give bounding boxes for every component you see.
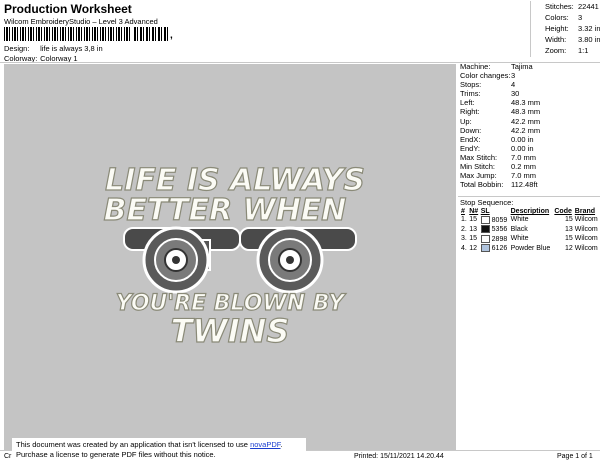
stat-height: Height: 3.32 in xyxy=(545,24,600,33)
param-row: Up: 42.2 mm xyxy=(460,116,541,126)
col-header-sl: SL xyxy=(480,208,490,215)
color-swatch xyxy=(480,234,490,243)
software-subtitle: Wilcom EmbroideryStudio – Level 3 Advanc… xyxy=(4,17,158,26)
notice-purchase-text: Purchase a license to generate PDF files… xyxy=(16,450,216,459)
param-row: Right: 48.3 mm xyxy=(460,107,541,117)
stat-colors: Colors: 3 xyxy=(545,13,583,22)
design-preview: LIFE IS ALWAYS BETTER WHEN YOU'RE BLOWN … xyxy=(4,64,456,450)
table-row: 1. 15 8059 White 15 Wilcom xyxy=(461,215,598,224)
param-row: Min Stitch: 0.2 mm xyxy=(460,162,537,172)
art-line-2: BETTER WHEN xyxy=(104,193,347,228)
embroidery-artwork: LIFE IS ALWAYS BETTER WHEN YOU'RE BLOWN … xyxy=(103,162,365,350)
col-header-brand: Brand xyxy=(574,208,596,215)
table-row: 2. 13 5356 Black 13 Wilcom xyxy=(461,225,598,234)
stat-stitches: Stitches: 22441 xyxy=(545,2,599,11)
design-stats: Stitches: 22441 Colors: 3 Height: 3.32 in W… xyxy=(530,1,600,57)
param-row: Stops: 4 xyxy=(460,80,516,90)
param-row: EndY: 0.00 in xyxy=(460,143,534,153)
design-value: life is always 3,8 in xyxy=(40,44,103,53)
col-header-num: # xyxy=(461,208,465,215)
license-notice: This document was created by an applicat… xyxy=(12,438,306,462)
stat-width: Width: 3.80 in xyxy=(545,35,600,44)
params-divider xyxy=(458,196,600,197)
color-swatch xyxy=(480,244,490,253)
param-row: Max Stitch: 7.0 mm xyxy=(460,152,537,162)
param-row: Machine: Tajima xyxy=(460,62,533,71)
page-title: Production Worksheet xyxy=(4,2,132,16)
barcode-comma: , xyxy=(170,30,173,41)
param-row: Down: 42.2 mm xyxy=(460,125,541,135)
color-swatch xyxy=(480,225,490,234)
barcode xyxy=(4,27,132,41)
page-number: Page 1 of 1 xyxy=(557,453,593,460)
stop-sequence-table: # N# SL Description Code Brand 1. 15 805… xyxy=(460,208,600,253)
col-header-description: Description xyxy=(510,208,550,215)
param-row: Left: 48.3 mm xyxy=(460,98,541,108)
design-row: Design: life is always 3,8 in xyxy=(4,44,103,53)
footer-left: Cr xyxy=(4,453,12,460)
table-header-row: # N# SL Description Code Brand xyxy=(460,208,600,215)
turbo-left-icon xyxy=(123,226,241,294)
col-header-needle: N# xyxy=(469,208,479,215)
stat-zoom: Zoom: 1:1 xyxy=(545,46,589,55)
color-swatch xyxy=(480,215,490,224)
table-row: 4. 12 6126 Powder Blue 12 Wilcom xyxy=(461,244,598,253)
param-row: Max Jump: 7.0 mm xyxy=(460,171,537,181)
table-row: 3. 15 2898 White 15 Wilcom xyxy=(461,234,598,243)
barcode-tail xyxy=(134,27,168,41)
turbo-right-icon xyxy=(239,226,357,294)
novapdf-link[interactable]: novaPDF xyxy=(250,440,280,449)
machine-parameters: Machine: Tajima Color changes:3 Stops: 4 T… xyxy=(460,62,600,189)
printed-date: Printed: 15/11/2021 14.20.44 xyxy=(354,453,444,460)
param-row: Trims: 30 xyxy=(460,89,520,99)
param-row: Total Bobbin: 112.48ft xyxy=(460,180,538,190)
design-label: Design: xyxy=(4,44,30,53)
notice-text: This document was created by an applicat… xyxy=(16,440,251,449)
art-line-4: TWINS xyxy=(171,312,290,350)
stop-sequence-title: Stop Sequence: xyxy=(460,198,514,207)
param-row: EndX: 0.00 in xyxy=(460,134,534,144)
stop-sequence: Stop Sequence: # N# SL Description Code … xyxy=(460,198,600,253)
col-header-code: Code xyxy=(554,208,572,215)
param-row: Color changes:3 xyxy=(460,71,516,81)
